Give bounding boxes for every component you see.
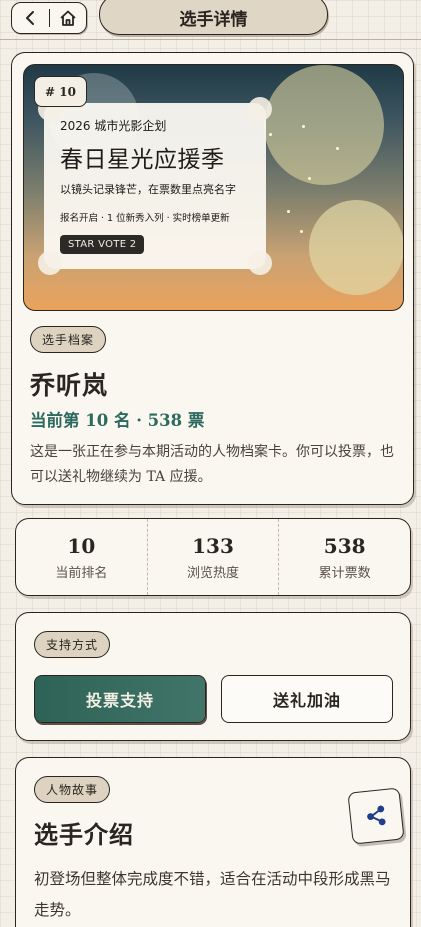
- stat-value: 538: [323, 534, 366, 558]
- intro-card: 人物故事 选手介绍 初登场但整体完成度不错，适合在活动中段形成黑马走势。: [15, 757, 411, 927]
- story-tag: 人物故事: [34, 776, 111, 803]
- poster-corner: [248, 251, 272, 275]
- poster-meta: 报名开启 · 1 位新秀入列 · 实时榜单更新: [60, 213, 230, 224]
- sparkle: [308, 177, 311, 180]
- vote-button[interactable]: 投票支持: [34, 675, 206, 723]
- poster-title: 春日星光应援季: [60, 147, 225, 173]
- poster-corner: [248, 97, 272, 121]
- stat-label: 当前排名: [55, 566, 108, 581]
- decor-circle: [309, 200, 403, 295]
- home-icon: [60, 10, 76, 26]
- stats-card: 10 当前排名 133 浏览热度 538 累计票数: [15, 518, 411, 596]
- page-title: 选手详情: [99, 0, 328, 35]
- home-button[interactable]: [50, 3, 87, 33]
- nav-capsule: [11, 2, 87, 34]
- stat-votes: 538 累计票数: [278, 519, 410, 595]
- poster-badge: STAR VOTE 2: [60, 235, 145, 254]
- poster-subtitle: 以镜头记录锋芒，在票数里点亮名字: [60, 183, 236, 196]
- sparkle: [269, 133, 272, 136]
- gift-button[interactable]: 送礼加油: [221, 675, 393, 723]
- intro-title: 选手介绍: [34, 820, 134, 849]
- support-tag: 支持方式: [34, 631, 111, 658]
- support-card: 支持方式 投票支持 送礼加油: [15, 612, 411, 741]
- profile-description: 这是一张正在参与本期活动的人物档案卡。你可以投票，也可以送礼物继续为 TA 应援…: [30, 444, 394, 485]
- profile-card: 2026 城市光影企划 春日星光应援季 以镜头记录锋芒，在票数里点亮名字 报名开…: [11, 52, 414, 505]
- sparkle: [302, 125, 305, 128]
- contestant-name: 乔听岚: [30, 371, 109, 400]
- sparkle: [336, 147, 339, 150]
- stat-label: 累计票数: [318, 566, 371, 581]
- top-bar: 选手详情: [0, 0, 421, 40]
- chevron-left-icon: [26, 11, 35, 25]
- rank-summary: 当前第 10 名 · 538 票: [30, 411, 205, 430]
- intro-text: 初登场但整体完成度不错，适合在活动中段形成黑马走势。: [34, 870, 391, 919]
- poster-corner: [38, 251, 62, 275]
- sparkle: [300, 230, 303, 233]
- event-poster: 2026 城市光影企划 春日星光应援季 以镜头记录锋芒，在票数里点亮名字 报名开…: [38, 97, 272, 275]
- share-icon: [367, 805, 386, 826]
- back-button[interactable]: [12, 3, 49, 33]
- stat-rank: 10 当前排名: [16, 519, 147, 595]
- stat-label: 浏览热度: [187, 566, 240, 581]
- stat-views: 133 浏览热度: [146, 519, 279, 595]
- decor-circle: [264, 65, 384, 185]
- share-button[interactable]: [347, 787, 405, 845]
- profile-tag: 选手档案: [30, 326, 107, 353]
- poster-kicker: 2026 城市光影企划: [60, 119, 167, 133]
- stat-value: 10: [67, 534, 96, 558]
- rank-badge: # 10: [34, 76, 87, 107]
- stat-value: 133: [192, 534, 234, 558]
- sparkle: [287, 210, 290, 213]
